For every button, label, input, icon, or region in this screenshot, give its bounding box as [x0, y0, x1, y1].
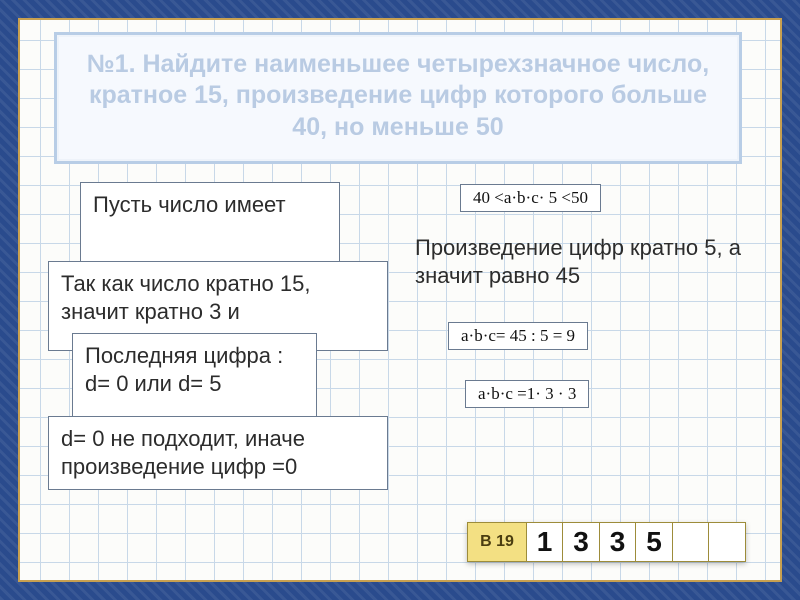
answer-cell-4[interactable] [672, 522, 710, 562]
card-last-digit-line1: Последняя цифра : [85, 343, 283, 368]
card-last-digit-line2: d= 0 или d= 5 [85, 371, 222, 396]
card-zero-rejected: d= 0 не подходит, иначе произведение циф… [48, 416, 388, 490]
answer-label: В 19 [467, 522, 527, 562]
card-multiple-15-line2: значит кратно 3 и [61, 299, 240, 324]
formula-factors-text: a·b·c =1· 3 · 3 [478, 384, 576, 403]
answer-strip: В 19 1 3 3 5 [467, 522, 746, 562]
answer-cell-3[interactable]: 5 [635, 522, 673, 562]
formula-divide: a·b·c= 45 : 5 = 9 [448, 322, 588, 350]
answer-cell-5[interactable] [708, 522, 746, 562]
formula-factors: a·b·c =1· 3 · 3 [465, 380, 589, 408]
label-product-45: Произведение цифр кратно 5, а значит рав… [415, 234, 750, 290]
card-zero-rejected-text: d= 0 не подходит, иначе произведение циф… [61, 426, 305, 479]
card-multiple-15-line1: Так как число кратно 15, [61, 271, 310, 296]
answer-cell-0[interactable]: 1 [526, 522, 564, 562]
answer-cell-1[interactable]: 3 [562, 522, 600, 562]
card-let-number-text: Пусть число имеет [93, 192, 286, 217]
formula-range: 40 <a·b·c· 5 <50 [460, 184, 601, 212]
formula-range-text: 40 <a·b·c· 5 <50 [473, 188, 588, 207]
card-let-number: Пусть число имеет [80, 182, 340, 264]
label-product-45-text: Произведение цифр кратно 5, а значит рав… [415, 235, 741, 288]
formula-divide-text: a·b·c= 45 : 5 = 9 [461, 326, 575, 345]
problem-title: №1. Найдите наименьшее четырехзначное чи… [77, 49, 719, 143]
notebook-paper: №1. Найдите наименьшее четырехзначное чи… [18, 18, 782, 582]
problem-title-box: №1. Найдите наименьшее четырехзначное чи… [54, 32, 742, 164]
answer-cell-2[interactable]: 3 [599, 522, 637, 562]
